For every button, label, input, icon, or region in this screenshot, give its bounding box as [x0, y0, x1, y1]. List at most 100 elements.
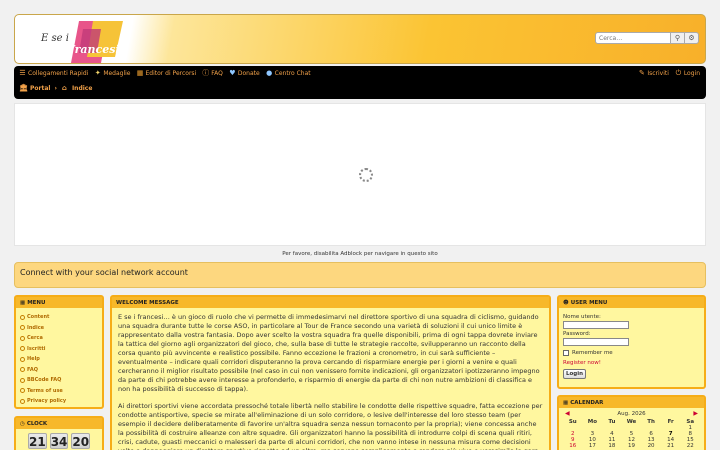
- users-icon: ☻: [563, 299, 569, 306]
- clock-title: ◷ CLOCK: [16, 418, 102, 429]
- advanced-search-button[interactable]: ⚙: [685, 32, 699, 44]
- search-icon: ⚲: [674, 34, 681, 42]
- bullet-icon: [20, 367, 25, 372]
- welcome-title: WELCOME MESSAGE: [112, 297, 549, 308]
- clock-icon: ◷: [20, 420, 25, 427]
- menu-title: ▦ MENU: [16, 297, 102, 308]
- social-connect-label: Connect with your social network account: [20, 268, 188, 277]
- calendar-day[interactable]: 16: [563, 443, 583, 449]
- bullet-icon: [20, 314, 25, 320]
- username-label: Nome utente:: [563, 314, 601, 320]
- calendar-panel: ▦ CALENDAR ◀ Aug. 2026 ▶ Su Mo Tu We Th Fr Sa 1 2…: [557, 395, 706, 450]
- clock-minutes: 34: [49, 433, 69, 449]
- welcome-paragraph: E se i francesi… è un gioco di ruolo che…: [118, 313, 540, 393]
- bullet-icon: [20, 346, 25, 351]
- user-menu-panel: ☻ USER MENU Nome utente: Password: Rememb…: [557, 295, 706, 389]
- password-field[interactable]: [563, 338, 629, 346]
- breadcrumb-separator: ›: [54, 85, 57, 92]
- nav-item-chat[interactable]: ● Centro Chat: [266, 69, 311, 78]
- login-form: Nome utente: Password: Remember me Regis…: [559, 308, 704, 383]
- gear-icon: ⚙: [688, 34, 695, 42]
- medal-icon: ✦: [94, 69, 101, 77]
- adblock-message: Per favore, disabilita Adblock per navig…: [282, 251, 438, 257]
- menu-item-index[interactable]: Indice: [20, 325, 98, 331]
- bullet-icon: [20, 335, 25, 341]
- welcome-body: E se i francesi… è un gioco di ruolo che…: [112, 308, 549, 450]
- menu-panel: ▦ MENU Content Indice Cerca Iscritti Help…: [14, 295, 104, 409]
- ad-placeholder: [14, 103, 706, 246]
- menu-item-terms[interactable]: Terms of use: [20, 388, 98, 394]
- search-input[interactable]: [595, 32, 671, 44]
- breadcrumb-portal[interactable]: Portal: [30, 85, 50, 92]
- loading-spinner-icon: [359, 168, 373, 182]
- nav-item-medals[interactable]: ✦ Medaglie: [94, 69, 131, 78]
- svg-text:E se i: E se i: [40, 33, 69, 44]
- map-icon: ▦: [136, 69, 144, 77]
- menu-item-faq[interactable]: FAQ: [20, 367, 98, 373]
- bullet-icon: [20, 325, 25, 330]
- portal-icon: 🏛: [19, 84, 28, 92]
- clock-hours: 21: [28, 433, 47, 449]
- calendar-header: ◀ Aug. 2026 ▶: [559, 408, 704, 419]
- svg-text:Francesi: Francesi: [66, 43, 120, 56]
- login-button[interactable]: Login: [563, 369, 587, 379]
- menu-item-search[interactable]: Cerca: [20, 335, 98, 341]
- bullet-icon: [20, 356, 25, 362]
- calendar-day[interactable]: 18: [602, 443, 622, 449]
- question-icon: ⓘ: [202, 69, 210, 77]
- breadcrumb: 🏛 Portal › ⌂ Indice: [19, 84, 92, 93]
- calendar-icon: ▦: [563, 399, 569, 406]
- menu-item-bbcode-faq[interactable]: BBCode FAQ: [20, 377, 98, 383]
- navbar: ☰ Collegamenti Rapidi ✦ Medaglie ▦ Editor d…: [14, 66, 706, 99]
- nav-item-faq[interactable]: ⓘ FAQ: [202, 69, 223, 78]
- remember-me[interactable]: Remember me: [563, 350, 700, 356]
- nav-item-donate[interactable]: ♥ Donate: [229, 69, 259, 78]
- nav-account: ✎ Iscriviti ⏻ Login: [638, 69, 700, 78]
- home-icon: ⌂: [61, 84, 67, 92]
- nav-item-route-editor[interactable]: ▦ Editor di Percorsi: [136, 69, 197, 78]
- menu-item-members[interactable]: Iscritti: [20, 346, 98, 352]
- menu-item-content[interactable]: Content: [20, 314, 98, 320]
- calendar-day[interactable]: 22: [680, 443, 700, 449]
- calendar-day[interactable]: 21: [661, 443, 681, 449]
- power-icon: ⏻: [675, 69, 682, 77]
- site-logo[interactable]: E se i Francesi: [39, 19, 125, 63]
- username-field[interactable]: [563, 321, 629, 329]
- clock-panel: ◷ CLOCK 21 34 20: [14, 416, 104, 450]
- menu-item-privacy[interactable]: Privacy policy: [20, 398, 98, 404]
- menu-icon: ▦: [20, 299, 26, 306]
- calendar-grid: Su Mo Tu We Th Fr Sa 1 2 3 4 5 6 7 8 9 10 11 12 13 14 15 16 17 1…: [559, 419, 704, 449]
- social-connect-box: Connect with your social network account: [14, 262, 706, 288]
- menu-item-help[interactable]: Help: [20, 356, 98, 362]
- nav-links: ☰ Collegamenti Rapidi ✦ Medaglie ▦ Editor d…: [19, 69, 311, 78]
- calendar-day[interactable]: 19: [622, 443, 642, 449]
- site-header: E se i Francesi ⚲ ⚙: [14, 14, 706, 64]
- calendar-day[interactable]: 20: [641, 443, 661, 449]
- search-bar: ⚲ ⚙: [595, 32, 699, 44]
- remember-checkbox[interactable]: [563, 350, 569, 356]
- pencil-icon: ✎: [638, 69, 645, 77]
- user-menu-title: ☻ USER MENU: [559, 297, 704, 308]
- calendar-month: Aug. 2026: [617, 410, 646, 417]
- password-label: Password:: [563, 331, 591, 337]
- welcome-panel: WELCOME MESSAGE E se i francesi… è un gi…: [110, 295, 551, 450]
- prev-month-icon[interactable]: ◀: [565, 410, 570, 417]
- chat-icon: ●: [266, 69, 273, 77]
- calendar-title: ▦ CALENDAR: [559, 397, 704, 408]
- register-now-link[interactable]: Register now!: [563, 360, 700, 366]
- hamburger-icon: ☰: [19, 69, 26, 77]
- welcome-paragraph: Ai direttori sportivi viene accordata pr…: [118, 402, 543, 450]
- nav-item-quick-links[interactable]: ☰ Collegamenti Rapidi: [19, 69, 88, 78]
- next-month-icon[interactable]: ▶: [693, 410, 698, 417]
- calendar-day[interactable]: 17: [583, 443, 603, 449]
- register-link[interactable]: ✎ Iscriviti: [638, 69, 669, 78]
- bullet-icon: [20, 398, 25, 404]
- login-link[interactable]: ⏻ Login: [675, 69, 700, 78]
- search-button[interactable]: ⚲: [671, 32, 685, 44]
- bullet-icon: [20, 388, 25, 393]
- menu-list: Content Indice Cerca Iscritti Help FAQ B…: [16, 308, 102, 415]
- heart-icon: ♥: [229, 69, 236, 77]
- clock-display: 21 34 20: [16, 429, 102, 450]
- breadcrumb-index[interactable]: Indice: [72, 85, 92, 92]
- bullet-icon: [20, 377, 25, 383]
